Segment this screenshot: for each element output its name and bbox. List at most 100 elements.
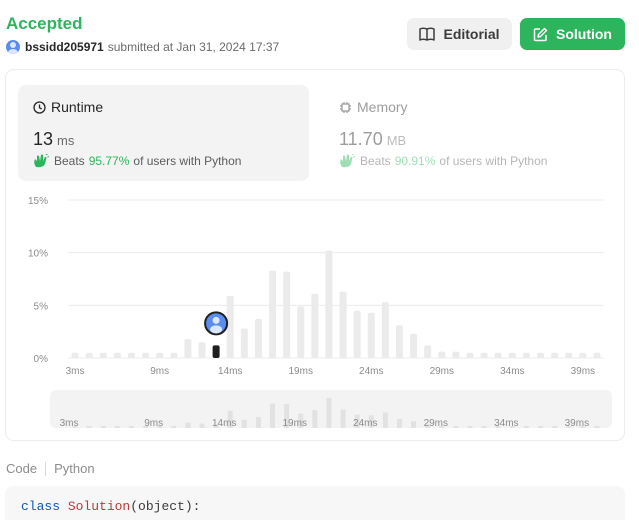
editorial-label: Editorial — [443, 26, 500, 42]
code-tab[interactable]: Code — [6, 461, 37, 476]
solution-button[interactable]: Solution — [520, 18, 625, 50]
x-tick-label: 29ms — [430, 366, 454, 377]
chart-bar — [113, 352, 121, 358]
y-tick-label: 0% — [34, 354, 49, 365]
chart-bar — [198, 342, 206, 358]
brush-bar — [185, 422, 191, 428]
chart-bar — [537, 352, 545, 358]
brush-bar — [523, 426, 529, 428]
user-marker-head — [212, 316, 220, 324]
brush-tick-label: 34ms — [494, 418, 518, 429]
chart-bar — [85, 352, 93, 358]
language-label: Python — [54, 461, 95, 476]
chart-bar — [381, 302, 389, 358]
brush-bar — [481, 426, 487, 428]
code-keyword: class — [21, 499, 61, 514]
x-tick-label: 14ms — [218, 366, 242, 377]
x-tick-label: 9ms — [150, 366, 169, 377]
brush-bar — [86, 426, 92, 428]
chart-bar — [353, 310, 361, 358]
brush-bar — [312, 410, 318, 428]
brush-tick-label: 14ms — [212, 418, 236, 429]
x-tick-label: 39ms — [571, 366, 595, 377]
brush-bar — [382, 412, 388, 428]
chart-bar — [367, 312, 375, 358]
chart-bar — [325, 250, 333, 358]
brush-bar — [411, 421, 417, 428]
editorial-button[interactable]: Editorial — [407, 18, 512, 50]
brush-tick-label: 9ms — [144, 418, 163, 429]
chart-bar — [297, 306, 305, 358]
chart-bar — [212, 345, 220, 358]
x-tick-label: 34ms — [500, 366, 524, 377]
chart-bar — [480, 352, 488, 358]
runtime-distribution-chart[interactable]: 15% 10% 5% 0% 3ms 9ms 14ms 19ms 24ms 29ms 34ms 39ms… — [6, 70, 626, 442]
edit-icon — [533, 27, 548, 41]
chart-bar — [240, 328, 248, 358]
brush-bar — [340, 409, 346, 428]
solution-label: Solution — [556, 26, 612, 42]
submission-stats-card: Runtime 13 ms Beats 95.77% of users with … — [5, 69, 625, 441]
user-marker-body — [210, 325, 223, 334]
chart-bar — [452, 351, 460, 358]
brush-bar — [467, 426, 473, 428]
chart-bar — [142, 352, 150, 358]
brush-tick-label: 24ms — [353, 418, 377, 429]
chart-bar — [579, 352, 587, 358]
username-link[interactable]: bssidd205971 — [25, 40, 104, 54]
x-tick-label: 3ms — [66, 366, 85, 377]
chart-bar — [593, 352, 601, 358]
brush-bar — [171, 426, 177, 428]
brush-bar — [255, 417, 261, 428]
chart-bar — [127, 352, 135, 358]
chart-bar — [508, 352, 516, 358]
divider — [45, 461, 47, 476]
code-block[interactable]: class Solution(object): — [5, 486, 625, 520]
chart-bar — [226, 295, 234, 358]
chart-bar — [170, 352, 178, 358]
brush-bar — [396, 418, 402, 428]
brush-bar — [594, 426, 600, 428]
x-tick-label: 24ms — [359, 366, 383, 377]
chart-bar — [551, 352, 559, 358]
chart-bar — [269, 270, 277, 358]
brush-tick-label: 19ms — [283, 418, 307, 429]
book-icon — [419, 27, 436, 41]
user-avatar[interactable] — [6, 40, 20, 54]
brush-bar — [241, 419, 247, 428]
y-tick-label: 10% — [28, 249, 48, 260]
chart-bar — [410, 333, 418, 358]
chart-bar — [71, 352, 79, 358]
code-base: (object): — [130, 499, 201, 514]
brush-tick-label: 3ms — [60, 418, 79, 429]
brush-bar — [199, 423, 205, 428]
chart-bar — [424, 345, 432, 358]
brush-bar — [552, 426, 558, 428]
chart-bar — [311, 293, 319, 358]
brush-bar — [128, 426, 134, 428]
chart-bar — [494, 352, 502, 358]
brush-bar — [326, 398, 332, 428]
submitted-time: submitted at Jan 31, 2024 17:37 — [107, 40, 280, 54]
brush-bar — [453, 426, 459, 428]
y-tick-label: 5% — [34, 301, 49, 312]
brush-tick-label: 39ms — [565, 418, 589, 429]
chart-bar — [438, 351, 446, 358]
chart-bar — [339, 291, 347, 358]
chart-bar — [522, 352, 530, 358]
x-tick-label: 19ms — [289, 366, 313, 377]
brush-bar — [538, 426, 544, 428]
chart-bar — [254, 319, 262, 358]
brush-bar — [100, 426, 106, 428]
chart-bar — [99, 352, 107, 358]
brush-bar — [114, 426, 120, 428]
chart-bar — [395, 325, 403, 358]
chart-bar — [466, 352, 474, 358]
brush-tick-label: 29ms — [424, 418, 448, 429]
submission-status: Accepted — [6, 14, 83, 33]
submission-meta: bssidd205971 submitted at Jan 31, 2024 1… — [6, 40, 279, 54]
y-tick-label: 15% — [28, 196, 48, 207]
brush-bar — [270, 403, 276, 428]
chart-bar — [283, 271, 291, 358]
chart-bar — [565, 352, 573, 358]
